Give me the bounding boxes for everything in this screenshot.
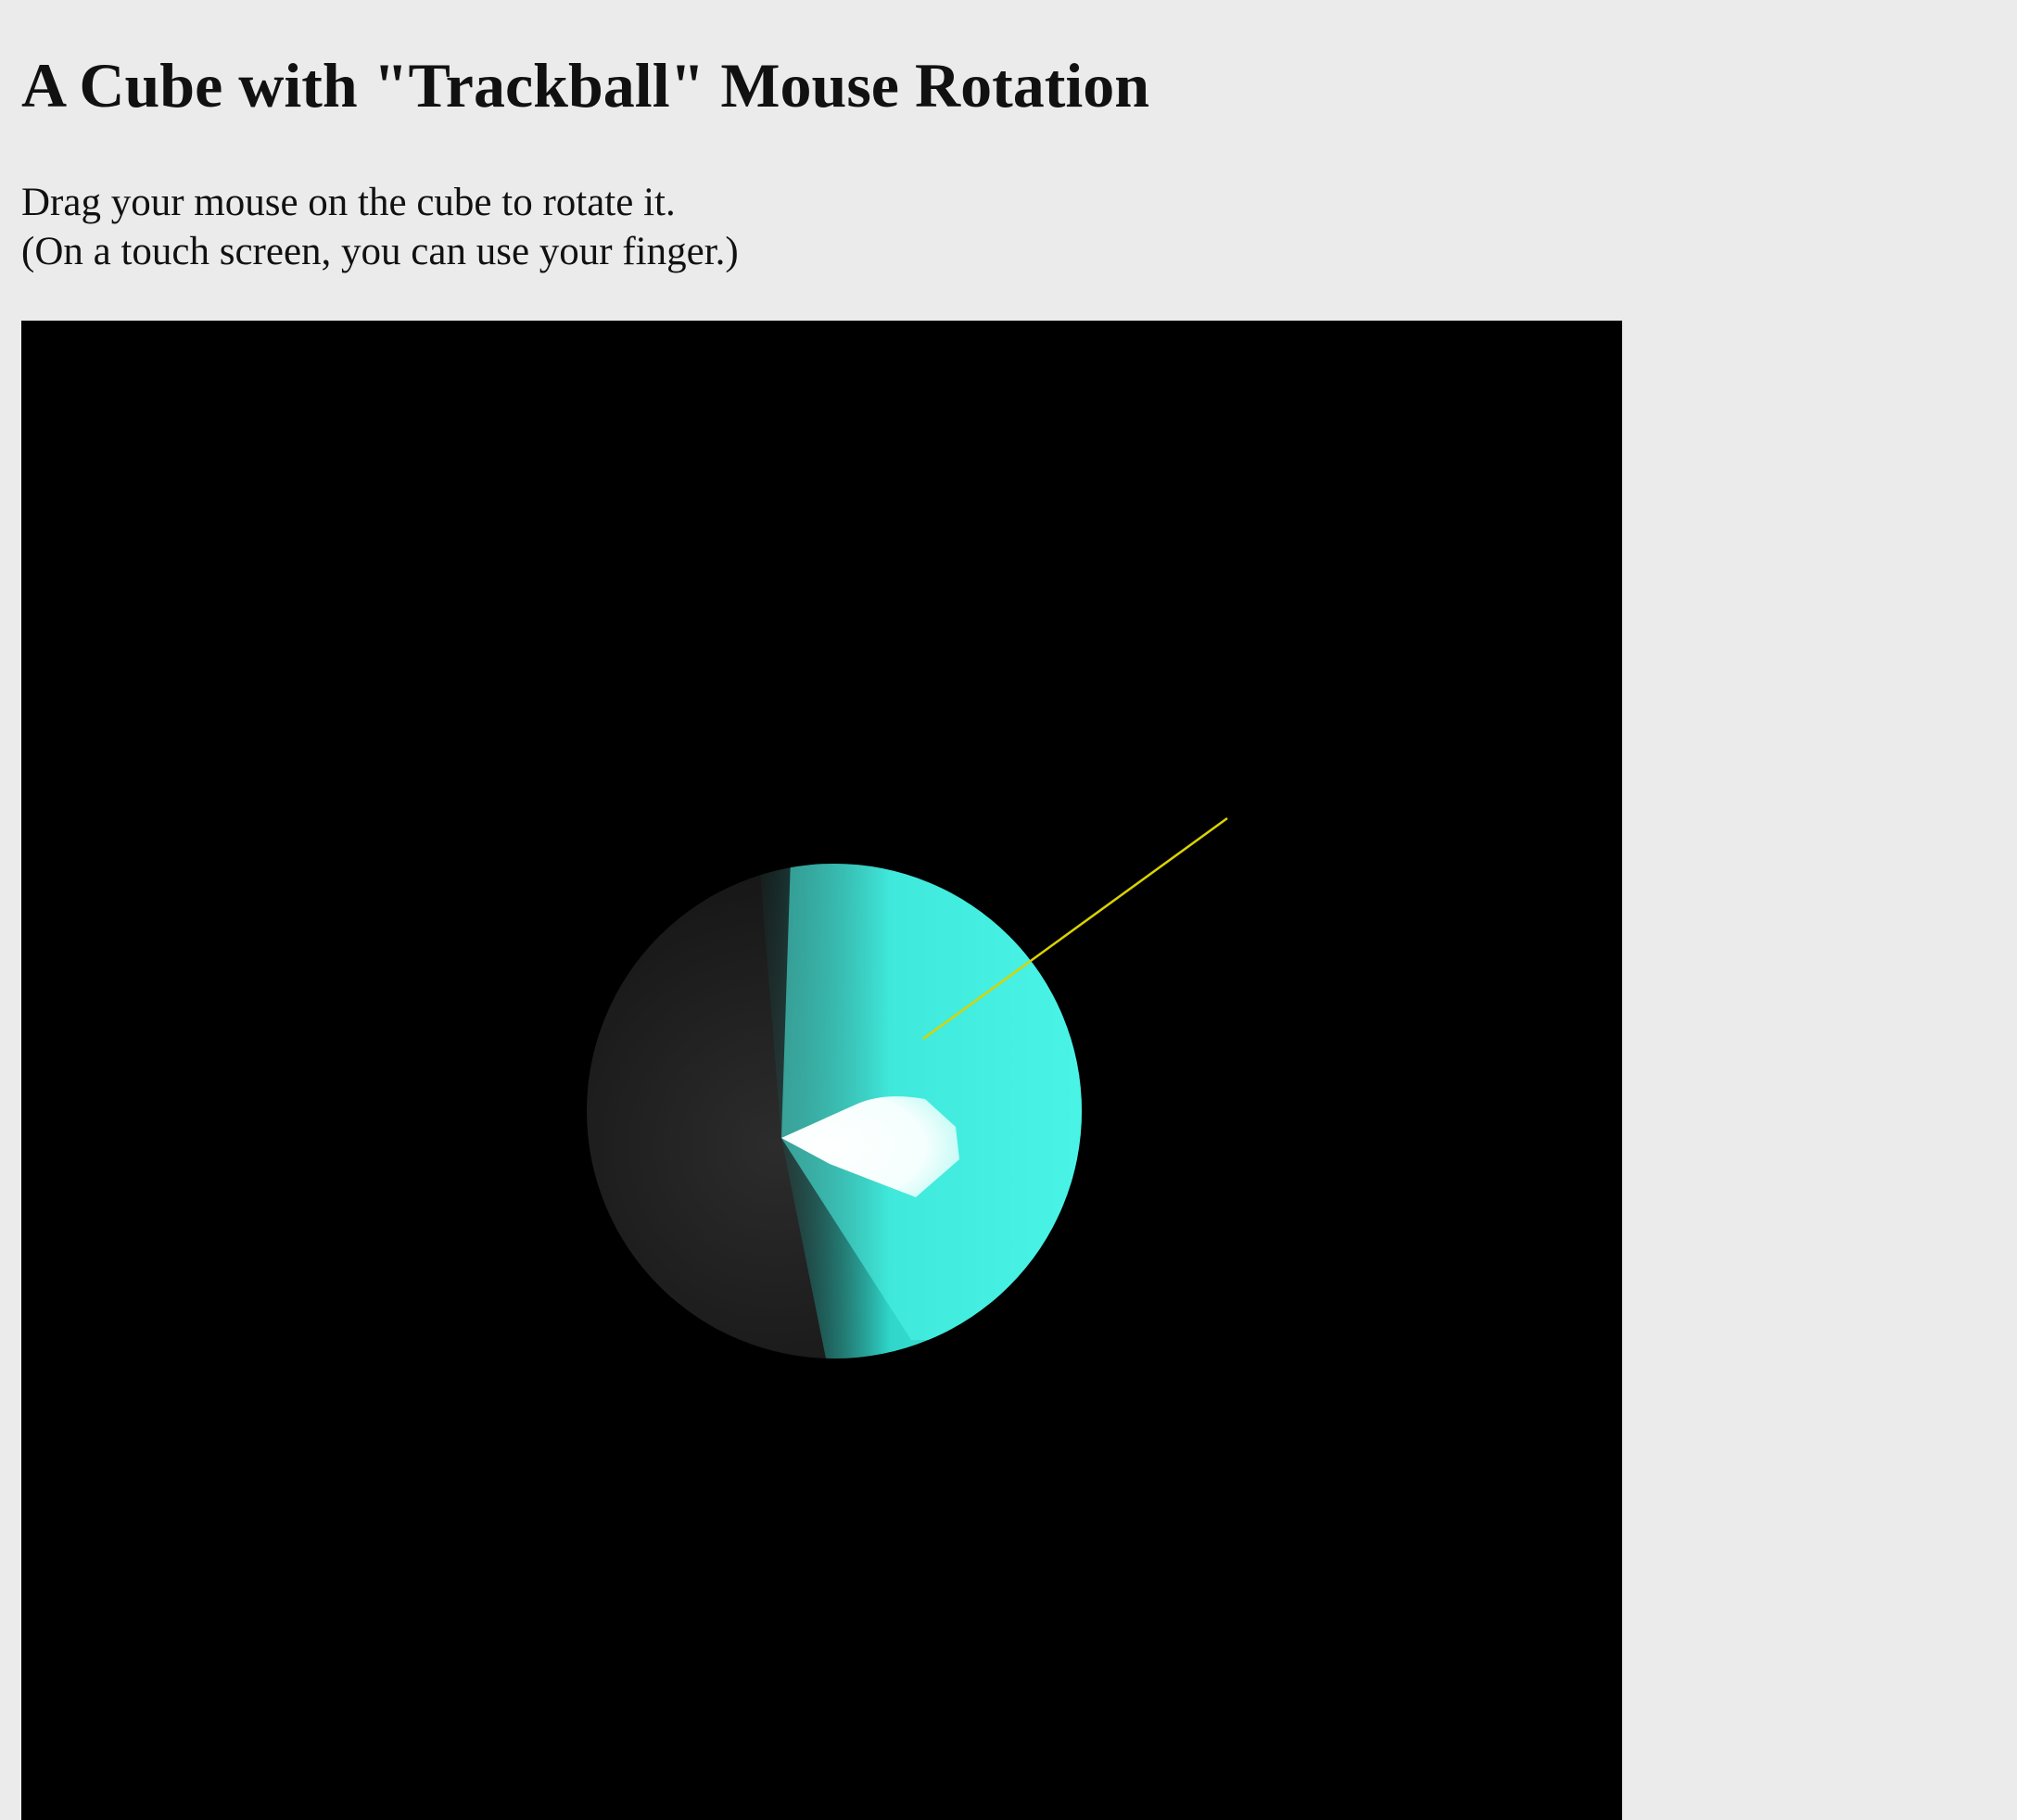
page-title: A Cube with "Trackball" Mouse Rotation [21, 50, 1150, 120]
webgl-canvas[interactable] [21, 321, 1622, 1820]
rendered-scene [587, 816, 1228, 1359]
instruction-line-drag: Drag your mouse on the cube to rotate it… [21, 181, 676, 224]
instructions: Drag your mouse on the cube to rotate it… [21, 178, 739, 276]
instruction-line-touch: (On a touch screen, you can use your fin… [21, 230, 739, 273]
